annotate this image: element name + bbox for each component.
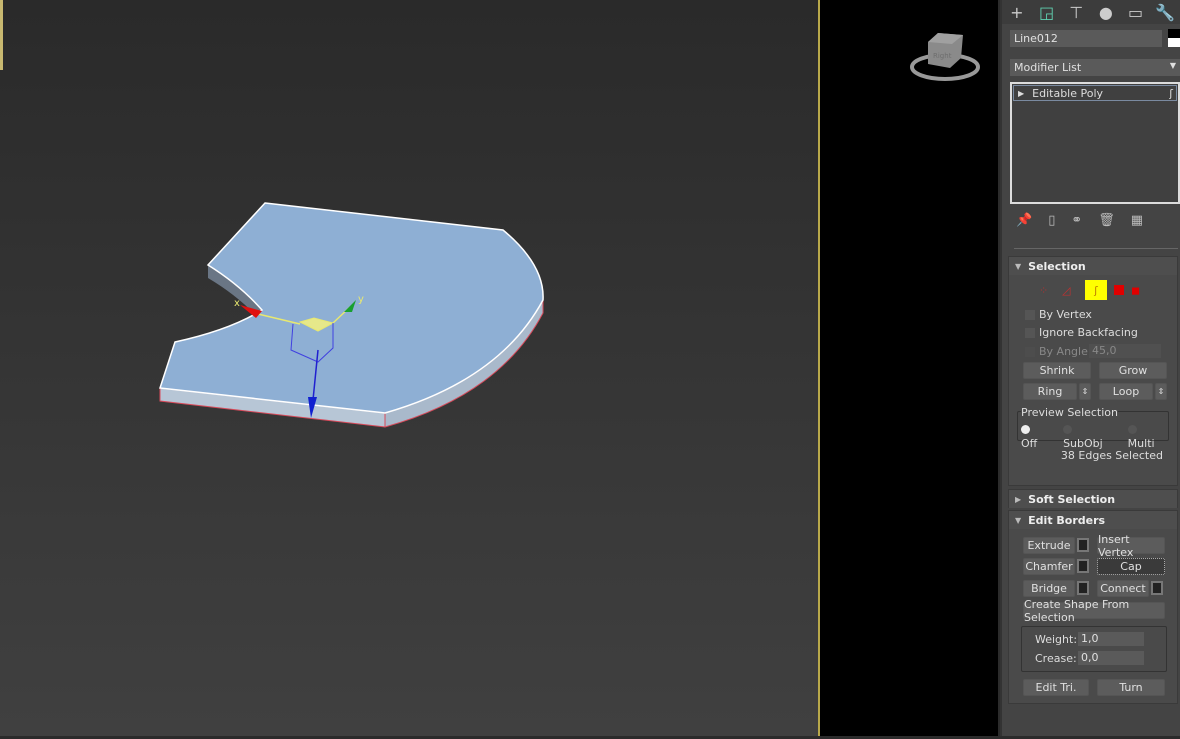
shrink-button[interactable]: Shrink: [1023, 362, 1091, 379]
command-panel: + ◲ ⊤ ● ▭ 🔧 Line012 Modifier List ▼ ▶ Edit…: [1000, 0, 1180, 736]
insert-vertex-button[interactable]: Insert Vertex: [1097, 533, 1165, 559]
divider: [1014, 248, 1178, 249]
remove-modifier-icon[interactable]: 🗑: [1098, 213, 1115, 228]
object-name-input[interactable]: Line012: [1010, 30, 1162, 47]
gizmo-x-label: x: [234, 298, 240, 309]
configure-sets-icon[interactable]: ▦: [1131, 213, 1143, 228]
polygon-mode-icon[interactable]: [1114, 285, 1124, 295]
by-angle-checkbox[interactable]: By Angle:: [1025, 345, 1092, 358]
display-icon[interactable]: ▭: [1121, 0, 1151, 24]
gizmo-y-label: y: [358, 294, 364, 305]
make-unique-icon[interactable]: ⚭: [1071, 213, 1082, 228]
connect-button[interactable]: Connect: [1097, 580, 1149, 597]
border-mode-icon[interactable]: ʃ: [1085, 280, 1107, 300]
create-shape-button[interactable]: Create Shape From Selection: [1023, 598, 1165, 624]
rollout-title: Selection: [1028, 259, 1086, 273]
perspective-viewport[interactable]: x y: [0, 0, 818, 736]
bridge-button[interactable]: Bridge: [1023, 580, 1075, 597]
grow-button[interactable]: Grow: [1099, 362, 1167, 379]
viewport-edge-marker: [0, 0, 3, 70]
preview-multi-radio[interactable]: Multi: [1127, 424, 1168, 450]
preview-selection-label: Preview Selection: [1021, 406, 1119, 419]
by-vertex-checkbox[interactable]: By Vertex: [1025, 308, 1092, 321]
border-mode-icon: ʃ: [1169, 86, 1173, 100]
stack-item-editable-poly[interactable]: ▶ Editable Poly ʃ: [1013, 85, 1177, 101]
edit-tri-button[interactable]: Edit Tri.: [1023, 679, 1089, 696]
chevron-down-icon: ▼: [1169, 61, 1176, 70]
vertex-mode-icon[interactable]: ⁘: [1039, 284, 1055, 297]
object-color-swatch[interactable]: [1168, 29, 1180, 47]
ring-button[interactable]: Ring: [1023, 383, 1077, 400]
edge-mode-icon[interactable]: ◿: [1062, 284, 1078, 297]
stack-item-label: Editable Poly: [1032, 86, 1104, 100]
modify-icon[interactable]: ◲: [1032, 0, 1062, 24]
expand-icon[interactable]: ▶: [1018, 89, 1024, 98]
soft-selection-rollout: ▶ Soft Selection: [1008, 489, 1178, 508]
bridge-settings-button[interactable]: [1077, 581, 1089, 595]
pin-stack-icon[interactable]: 📌: [1016, 213, 1032, 228]
preview-off-radio[interactable]: Off: [1021, 424, 1051, 450]
motion-icon[interactable]: ●: [1091, 0, 1121, 24]
crease-label: Crease:: [1035, 652, 1077, 665]
create-icon[interactable]: +: [1002, 0, 1032, 24]
preview-selection-group: Preview Selection Off SubObj Multi: [1017, 406, 1169, 450]
rollout-title: Edit Borders: [1028, 513, 1106, 527]
viewport-right[interactable]: Right: [820, 0, 998, 736]
edit-borders-rollout: ▼ Edit Borders Extrude Insert Vertex Cham…: [1008, 510, 1178, 704]
by-angle-input[interactable]: 45,0: [1089, 344, 1161, 358]
chamfer-button[interactable]: Chamfer: [1023, 558, 1075, 575]
turn-button[interactable]: Turn: [1097, 679, 1165, 696]
loop-button[interactable]: Loop: [1099, 383, 1153, 400]
rollout-title: Soft Selection: [1028, 492, 1116, 506]
weight-input[interactable]: 1,0: [1078, 632, 1144, 646]
loop-spinner[interactable]: ⇕: [1155, 383, 1167, 400]
hierarchy-icon[interactable]: ⊤: [1061, 0, 1091, 24]
utilities-icon[interactable]: 🔧: [1150, 0, 1180, 24]
modifier-list-dropdown[interactable]: Modifier List ▼: [1010, 59, 1180, 76]
crease-input[interactable]: 0,0: [1078, 651, 1144, 665]
cap-button[interactable]: Cap: [1097, 558, 1165, 575]
soft-selection-rollout-header[interactable]: ▶ Soft Selection: [1009, 490, 1177, 508]
selection-rollout: ▼ Selection ⁘ ◿ ʃ ◼ By Vertex Ignore Back…: [1008, 256, 1178, 486]
edit-borders-rollout-header[interactable]: ▼ Edit Borders: [1009, 511, 1177, 529]
ring-spinner[interactable]: ⇕: [1079, 383, 1091, 400]
scene: x y: [0, 0, 544, 428]
modifier-stack: ▶ Editable Poly ʃ: [1010, 82, 1180, 204]
viewcube[interactable]: Right: [820, 0, 998, 100]
selection-rollout-header[interactable]: ▼ Selection: [1009, 257, 1177, 275]
selection-status: 38 Edges Selected: [1060, 449, 1163, 462]
viewcube-face-label[interactable]: Right: [933, 52, 952, 60]
extrude-settings-button[interactable]: [1077, 538, 1089, 552]
preview-subobj-radio[interactable]: SubObj: [1063, 424, 1116, 450]
panel-tabs: + ◲ ⊤ ● ▭ 🔧: [1002, 0, 1180, 24]
extrude-button[interactable]: Extrude: [1023, 537, 1075, 554]
modifier-list-label: Modifier List: [1014, 61, 1082, 74]
weight-label: Weight:: [1035, 633, 1078, 646]
element-mode-icon[interactable]: ◼: [1131, 284, 1140, 297]
connect-settings-button[interactable]: [1151, 581, 1163, 595]
chamfer-settings-button[interactable]: [1077, 559, 1089, 573]
ignore-backfacing-checkbox[interactable]: Ignore Backfacing: [1025, 326, 1138, 339]
weight-crease-group: Weight: 1,0 Crease: 0,0: [1021, 626, 1167, 672]
show-end-result-icon[interactable]: ▯: [1048, 213, 1055, 228]
